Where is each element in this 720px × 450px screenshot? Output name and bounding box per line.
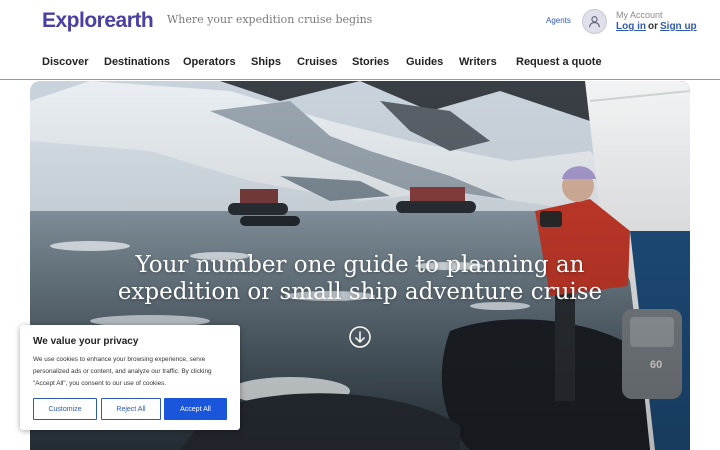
nav-request-quote[interactable]: Request a quote xyxy=(516,56,602,68)
login-link[interactable]: Log in xyxy=(616,21,646,32)
nav-operators[interactable]: Operators xyxy=(183,56,236,68)
arrow-down-circle-icon[interactable] xyxy=(349,326,371,348)
or-text: or xyxy=(648,21,658,32)
account-avatar-icon[interactable] xyxy=(582,9,607,34)
nav-writers[interactable]: Writers xyxy=(459,56,497,68)
main-nav: Discover Destinations Operators Ships Cr… xyxy=(0,44,720,80)
signup-link[interactable]: Sign up xyxy=(660,21,697,32)
nav-stories[interactable]: Stories xyxy=(352,56,389,68)
site-header: Explorearth Where your expedition cruise… xyxy=(0,0,720,44)
site-logo[interactable]: Explorearth xyxy=(42,9,154,33)
accept-all-button[interactable]: Accept All xyxy=(164,398,227,420)
agents-link[interactable]: Agents xyxy=(546,16,571,25)
hero-headline: Your number one guide to planning an exp… xyxy=(30,252,690,306)
cookie-title: We value your privacy xyxy=(33,336,139,347)
cookie-body: We use cookies to enhance your browsing … xyxy=(33,356,212,387)
customize-button[interactable]: Customize xyxy=(33,398,97,420)
reject-all-button[interactable]: Reject All xyxy=(101,398,161,420)
hero-headline-line2: expedition or small ship adventure cruis… xyxy=(117,279,603,305)
nav-discover[interactable]: Discover xyxy=(42,56,88,68)
nav-guides[interactable]: Guides xyxy=(406,56,443,68)
my-account-label: My Account xyxy=(616,10,663,20)
account-links: Log in or Sign up xyxy=(616,21,697,32)
hero-headline-line1: Your number one guide to planning an xyxy=(135,252,585,278)
site-tagline: Where your expedition cruise begins xyxy=(167,13,373,26)
nav-destinations[interactable]: Destinations xyxy=(104,56,170,68)
nav-cruises[interactable]: Cruises xyxy=(297,56,337,68)
nav-ships[interactable]: Ships xyxy=(251,56,281,68)
cookie-consent-dialog: We value your privacy We use cookies to … xyxy=(20,325,240,430)
